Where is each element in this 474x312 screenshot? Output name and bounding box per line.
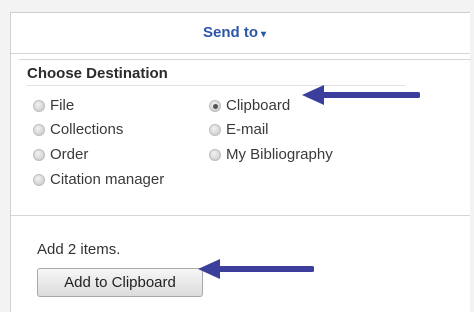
arrow-annotation-clipboard-icon <box>302 85 420 105</box>
radio-email[interactable] <box>209 123 221 136</box>
radio-clipboard[interactable] <box>209 99 221 112</box>
item-count-text: Add 2 items. <box>37 241 121 258</box>
send-to-label[interactable]: Send to <box>203 24 258 41</box>
option-my-bibliography-label: My Bibliography <box>226 146 333 163</box>
option-collections-label: Collections <box>50 121 124 138</box>
radio-citation-manager[interactable] <box>33 173 45 186</box>
send-to-dropdown[interactable]: Send to ▾ <box>203 24 266 41</box>
radio-my-bibliography[interactable] <box>209 148 221 161</box>
option-order[interactable]: Order <box>33 146 88 163</box>
chevron-down-icon[interactable]: ▾ <box>261 29 266 40</box>
option-collections[interactable]: Collections <box>33 121 123 138</box>
option-citation-manager-label: Citation manager <box>50 171 165 188</box>
option-my-bibliography[interactable]: My Bibliography <box>209 146 333 163</box>
option-clipboard-label: Clipboard <box>226 97 291 114</box>
option-email-label: E-mail <box>226 121 269 138</box>
option-clipboard[interactable]: Clipboard <box>209 97 290 114</box>
radio-file[interactable] <box>33 99 45 112</box>
section-divider <box>11 215 470 216</box>
destination-title: Choose Destination <box>27 65 168 82</box>
arrow-annotation-button-icon <box>198 259 314 279</box>
option-order-label: Order <box>50 146 89 163</box>
radio-order[interactable] <box>33 148 45 161</box>
option-file-label: File <box>50 97 75 114</box>
option-email[interactable]: E-mail <box>209 121 269 138</box>
option-citation-manager[interactable]: Citation manager <box>33 171 164 188</box>
option-file[interactable]: File <box>33 97 74 114</box>
panel-header: Send to ▾ <box>11 13 470 54</box>
radio-collections[interactable] <box>33 123 45 136</box>
add-to-clipboard-button[interactable]: Add to Clipboard <box>37 268 203 297</box>
